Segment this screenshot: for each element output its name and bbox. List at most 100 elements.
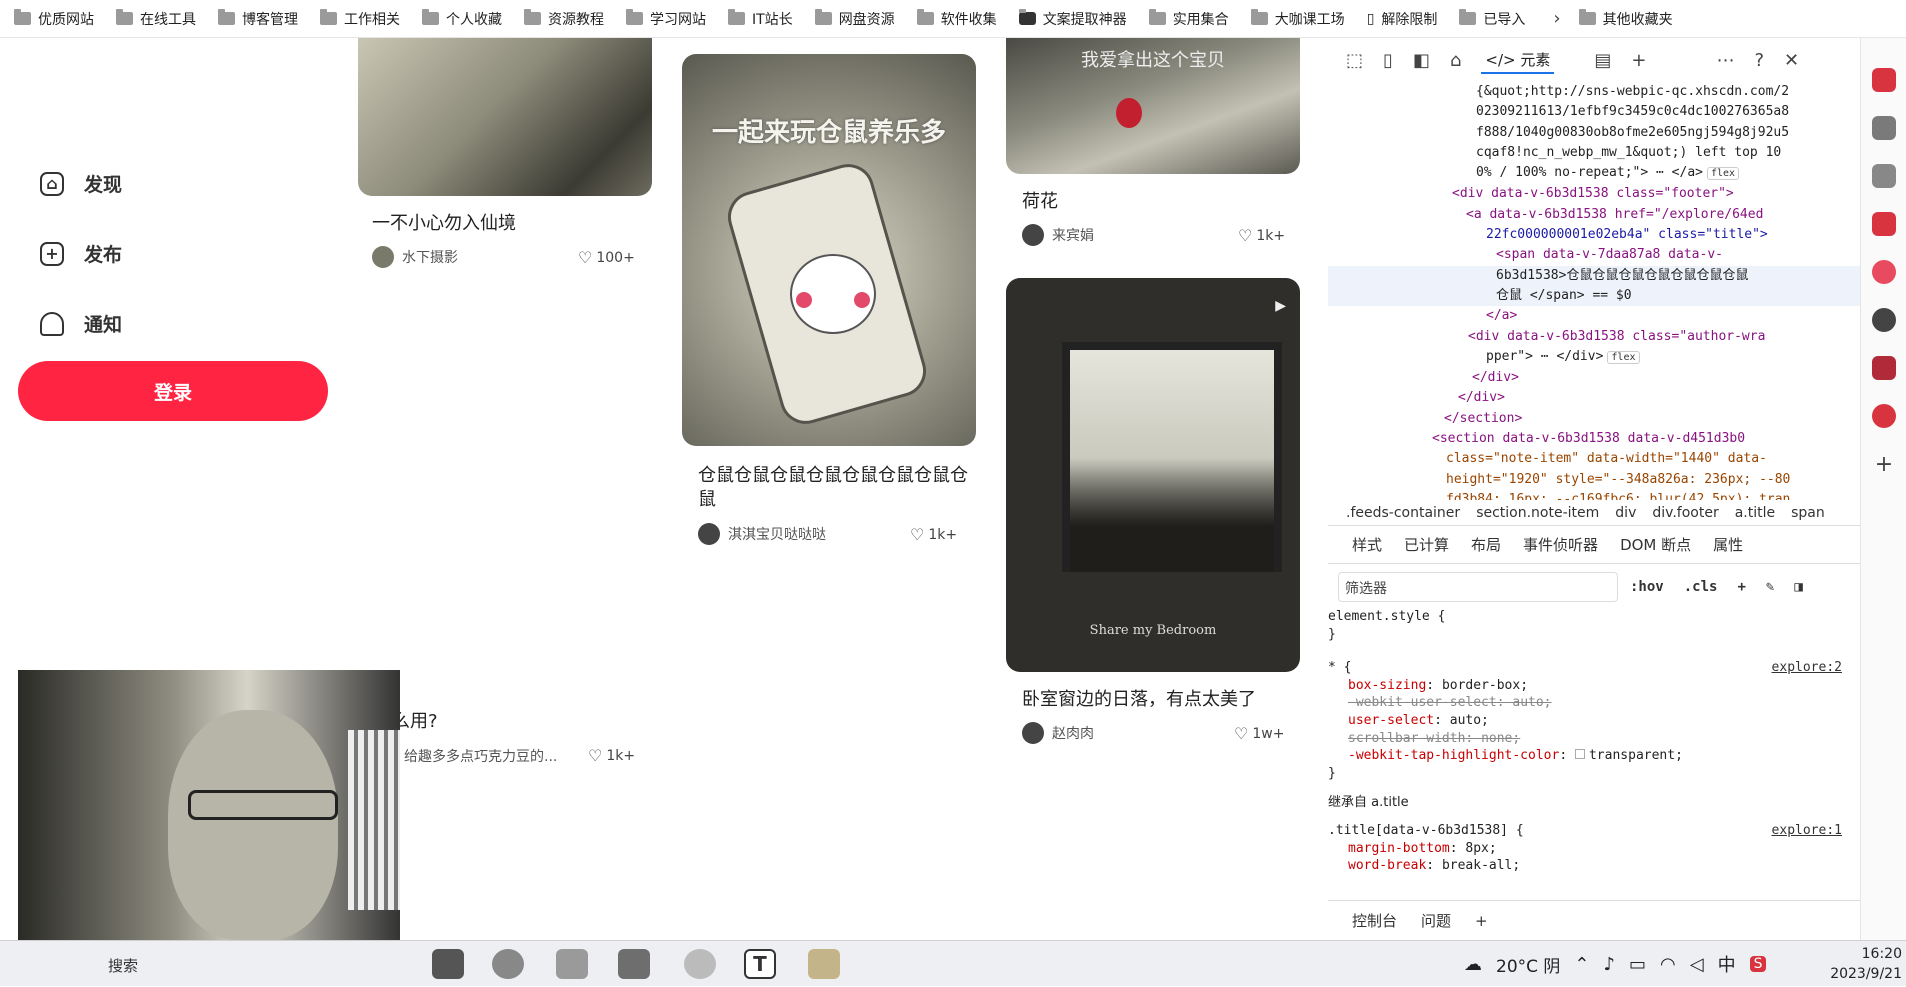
dom-line[interactable]: <section data-v-6b3d1538 data-v-d451d3b0: [1328, 429, 1860, 449]
dom-line[interactable]: </a>: [1328, 306, 1860, 326]
breadcrumb-item[interactable]: .feeds-container: [1346, 505, 1460, 521]
dom-line[interactable]: cqaf8!nc_n_webp_mw_1&quot;) left top 10: [1328, 143, 1860, 163]
flex-badge[interactable]: flex: [1607, 350, 1640, 364]
bookmark-folder[interactable]: IT站长: [728, 9, 793, 29]
file-explorer-icon[interactable]: [808, 949, 840, 979]
bookmark-folder[interactable]: 优质网站: [14, 9, 94, 29]
sogou-icon[interactable]: S: [1749, 956, 1767, 972]
tab-computed[interactable]: 已计算: [1404, 534, 1449, 555]
styles-filter-input[interactable]: 筛选器: [1338, 572, 1618, 602]
like-count[interactable]: ♡ 1k+: [588, 746, 635, 765]
battery-icon[interactable]: ▭: [1629, 954, 1646, 975]
style-prop-overridden[interactable]: scrollbar-width: none;: [1328, 730, 1860, 748]
like-count[interactable]: ♡ 100+: [578, 248, 635, 267]
dom-line[interactable]: <div data-v-6b3d1538 class="footer">: [1328, 184, 1860, 204]
dom-line[interactable]: 0% / 100% no-repeat;"> ⋯ </a> flex: [1328, 163, 1860, 184]
like-count[interactable]: ♡ 1w+: [1234, 724, 1284, 743]
breadcrumb-item[interactable]: section.note-item: [1476, 505, 1599, 521]
tab-properties[interactable]: 属性: [1713, 534, 1743, 555]
dom-line[interactable]: <div data-v-6b3d1538 class="author-wra: [1328, 327, 1860, 347]
dom-line[interactable]: </section>: [1328, 409, 1860, 429]
search-icon[interactable]: [1872, 260, 1896, 284]
dom-line[interactable]: 02309211613/1efbf9c3459c0c4dc100276365a8: [1328, 102, 1860, 122]
note-author[interactable]: 来宾娟: [1022, 224, 1094, 246]
note-title[interactable]: 卧室窗边的日落，有点太美了: [1022, 688, 1256, 712]
dom-line[interactable]: f888/1040g00830ob8ofme2e605ngj594g8j92u5: [1328, 123, 1860, 143]
bookmark-folder[interactable]: 实用集合: [1148, 9, 1229, 29]
welcome-icon[interactable]: ⌂: [1450, 50, 1461, 71]
style-rule[interactable]: * {explore:2: [1328, 659, 1860, 677]
like-count[interactable]: ♡ 1k+: [1238, 226, 1285, 245]
dom-line-selected[interactable]: 6b3d1538>仓鼠仓鼠仓鼠仓鼠仓鼠仓鼠仓鼠: [1328, 265, 1860, 286]
bookmark-folder[interactable]: 在线工具: [116, 9, 196, 29]
like-count[interactable]: ♡ 1k+: [910, 525, 957, 544]
login-button[interactable]: 登录: [18, 361, 328, 421]
add-drawer-tab-icon[interactable]: +: [1475, 912, 1488, 930]
dom-line[interactable]: pper"> ⋯ </div> flex: [1328, 347, 1860, 368]
note-cover-image[interactable]: 我爱拿出这个宝贝: [1006, 38, 1300, 174]
dom-line-selected[interactable]: 仓鼠 </span> == $0: [1328, 285, 1860, 307]
bookmark-folder[interactable]: 工作相关: [320, 9, 400, 29]
tab-dom-breakpoints[interactable]: DOM 断点: [1620, 534, 1691, 555]
chrome-icon[interactable]: [492, 949, 524, 979]
breadcrumb-item[interactable]: span: [1791, 505, 1825, 521]
dom-line[interactable]: height="1920" style="--348a826a: 236px; …: [1328, 470, 1860, 490]
breadcrumb-item[interactable]: div: [1615, 505, 1636, 521]
more-options-icon[interactable]: ⋯: [1716, 50, 1734, 71]
hov-toggle[interactable]: :hov: [1630, 579, 1664, 595]
bookmark-folder[interactable]: 软件收集: [916, 9, 997, 29]
clock[interactable]: 16:20 2023/9/21: [1820, 944, 1902, 984]
bookmark-folder[interactable]: 大咖课工场: [1250, 9, 1345, 29]
style-prop[interactable]: -webkit-tap-highlight-color: transparent…: [1328, 747, 1860, 765]
dom-line[interactable]: <a data-v-6b3d1538 href="/explore/64ed: [1328, 205, 1860, 225]
speaker-icon[interactable]: ♪: [1604, 954, 1616, 975]
tab-elements[interactable]: </> 元素: [1481, 47, 1555, 74]
chevron-right-icon[interactable]: ›: [1553, 8, 1560, 29]
ime-indicator[interactable]: 中: [1718, 951, 1736, 977]
add-icon[interactable]: +: [1872, 452, 1896, 477]
settings-icon[interactable]: [1872, 404, 1896, 428]
note-author[interactable]: 淇淇宝贝哒哒哒: [698, 523, 826, 545]
add-tab-icon[interactable]: +: [1631, 50, 1646, 71]
dom-line[interactable]: class="note-item" data-width="1440" data…: [1328, 449, 1860, 469]
bookmark-folder[interactable]: 其他收藏夹: [1578, 9, 1673, 29]
outlook-icon[interactable]: [1872, 308, 1896, 332]
weather[interactable]: 20°C 阴: [1496, 952, 1560, 977]
nav-notify[interactable]: 通知: [40, 310, 122, 337]
note-author[interactable]: 给趣多多点巧克力豆的...: [404, 746, 557, 766]
tools-icon[interactable]: [1872, 116, 1896, 140]
note-title[interactable]: 仓鼠仓鼠仓鼠仓鼠仓鼠仓鼠仓鼠仓鼠: [698, 464, 970, 512]
bookmark-folder[interactable]: 博客管理: [218, 9, 298, 29]
note-cover-image[interactable]: [358, 38, 652, 196]
tab-layout[interactable]: 布局: [1471, 534, 1501, 555]
network-icon[interactable]: ▤: [1594, 50, 1611, 71]
bookmark-folder[interactable]: 个人收藏: [422, 9, 502, 29]
style-prop[interactable]: box-sizing: border-box;: [1328, 677, 1860, 695]
bookmark-folder[interactable]: 资源教程: [524, 9, 604, 29]
note-title[interactable]: 一不小心勿入仙境: [372, 212, 516, 236]
style-prop[interactable]: margin-bottom: 8px;: [1328, 840, 1860, 858]
typora-icon[interactable]: T: [744, 949, 776, 979]
cls-toggle[interactable]: .cls: [1684, 579, 1718, 595]
breadcrumb-item[interactable]: div.footer: [1652, 505, 1718, 521]
close-icon[interactable]: ✕: [1784, 50, 1799, 71]
paint-icon[interactable]: ✎: [1766, 579, 1774, 595]
bookmark-link[interactable]: 文案提取神器: [1018, 9, 1127, 29]
note-author[interactable]: 赵肉肉: [1022, 722, 1094, 744]
shopping-icon[interactable]: [1872, 68, 1896, 92]
app-icon[interactable]: [1872, 356, 1896, 380]
tab-console[interactable]: 控制台: [1352, 910, 1397, 931]
bookmark-link[interactable]: ▯ 解除限制: [1367, 9, 1438, 29]
color-swatch[interactable]: [1574, 749, 1585, 760]
note-cover-image[interactable]: ▶ Share my Bedroom: [1006, 278, 1300, 672]
dom-line[interactable]: {&quot;http://sns-webpic-qc.xhscdn.com/2: [1328, 82, 1860, 102]
computed-sidebar-icon[interactable]: ◨: [1794, 579, 1802, 595]
style-rule[interactable]: element.style {: [1328, 608, 1860, 626]
tab-styles[interactable]: 样式: [1352, 534, 1382, 555]
style-prop[interactable]: word-break: break-all;: [1328, 857, 1860, 875]
bookmark-folder[interactable]: 已导入: [1459, 9, 1525, 29]
note-cover-image[interactable]: 一起来玩仓鼠养乐多: [682, 54, 976, 446]
app-icon[interactable]: [684, 949, 716, 979]
help-icon[interactable]: ?: [1754, 50, 1764, 71]
inspect-icon[interactable]: ⬚: [1346, 50, 1363, 71]
